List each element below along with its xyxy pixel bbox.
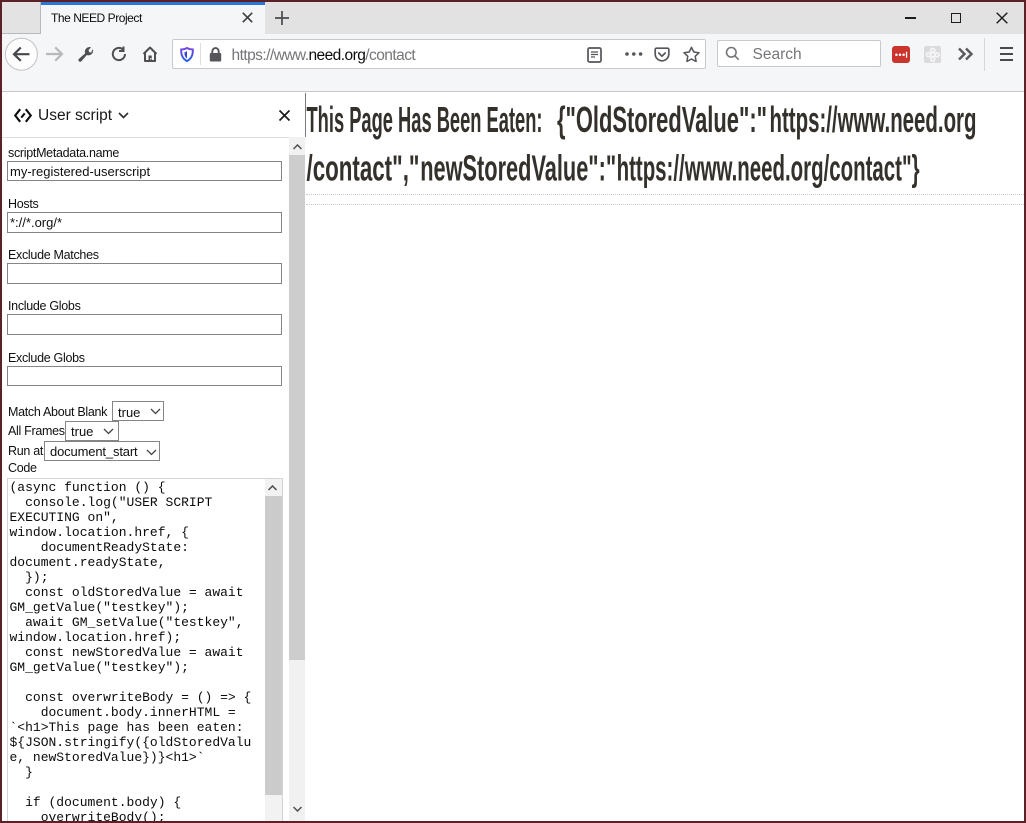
svg-text:https://www.need.org/contact"}: https://www.need.org/contact"}	[616, 147, 919, 188]
svg-text:{"OldStoredValue":": {"OldStoredValue":"	[557, 99, 767, 140]
svg-text:https://www.need.org: https://www.need.org	[769, 99, 976, 140]
svg-text:newStoredValue":": newStoredValue":"	[420, 147, 616, 188]
svg-text:/contact",": /contact","	[306, 147, 419, 188]
svg-text:This Page Has Been Eaten:: This Page Has Been Eaten:	[306, 99, 542, 140]
